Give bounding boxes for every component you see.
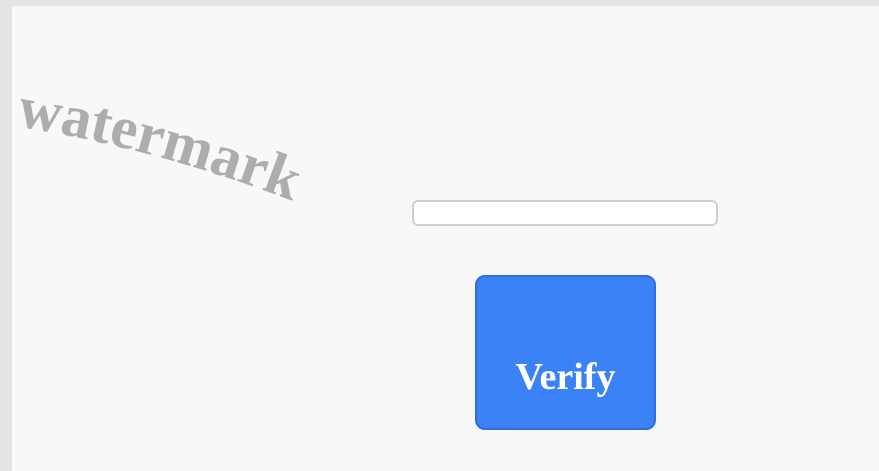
verify-button[interactable]: Verify bbox=[475, 275, 656, 430]
watermark: watermark bbox=[14, 74, 311, 214]
verification-page: watermark Verify bbox=[12, 6, 879, 471]
verification-code-input[interactable] bbox=[412, 200, 718, 226]
watermark-text: watermark bbox=[14, 74, 311, 214]
verify-button-label: Verify bbox=[515, 356, 616, 398]
